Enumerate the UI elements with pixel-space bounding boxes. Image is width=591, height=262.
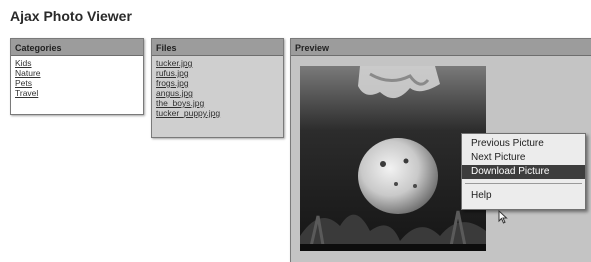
category-link-kids[interactable]: Kids <box>15 58 139 68</box>
page-title: Ajax Photo Viewer <box>10 8 132 24</box>
category-link-pets[interactable]: Pets <box>15 78 139 88</box>
preview-header: Preview <box>291 39 591 56</box>
category-link-travel[interactable]: Travel <box>15 88 139 98</box>
context-menu: Previous Picture Next Picture Download P… <box>461 133 586 210</box>
menu-item-help[interactable]: Help <box>462 189 585 203</box>
categories-header: Categories <box>11 39 143 56</box>
photo-bottom-bar <box>300 244 486 251</box>
file-link[interactable]: tucker.jpg <box>156 58 279 68</box>
menu-item-next-picture[interactable]: Next Picture <box>462 151 585 165</box>
pufferfish-photo-image <box>300 66 486 251</box>
file-link[interactable]: frogs.jpg <box>156 78 279 88</box>
menu-separator <box>465 183 582 184</box>
preview-panel: Preview Previous Picture Next Picture Do… <box>290 38 591 262</box>
files-panel: Files tucker.jpg rufus.jpg frogs.jpg ang… <box>151 38 284 138</box>
file-link[interactable]: tucker_puppy.jpg <box>156 108 279 118</box>
categories-panel: Categories Kids Nature Pets Travel <box>10 38 144 115</box>
arrow-cursor-icon <box>498 209 508 229</box>
files-header: Files <box>152 39 283 56</box>
file-link[interactable]: angus.jpg <box>156 88 279 98</box>
file-link[interactable]: the_boys.jpg <box>156 98 279 108</box>
category-link-nature[interactable]: Nature <box>15 68 139 78</box>
files-list: tucker.jpg rufus.jpg frogs.jpg angus.jpg… <box>152 56 283 120</box>
file-link[interactable]: rufus.jpg <box>156 68 279 78</box>
menu-item-previous-picture[interactable]: Previous Picture <box>462 137 585 151</box>
preview-photo[interactable] <box>300 66 486 251</box>
categories-list: Kids Nature Pets Travel <box>11 56 143 100</box>
menu-item-download-picture[interactable]: Download Picture <box>462 165 585 179</box>
